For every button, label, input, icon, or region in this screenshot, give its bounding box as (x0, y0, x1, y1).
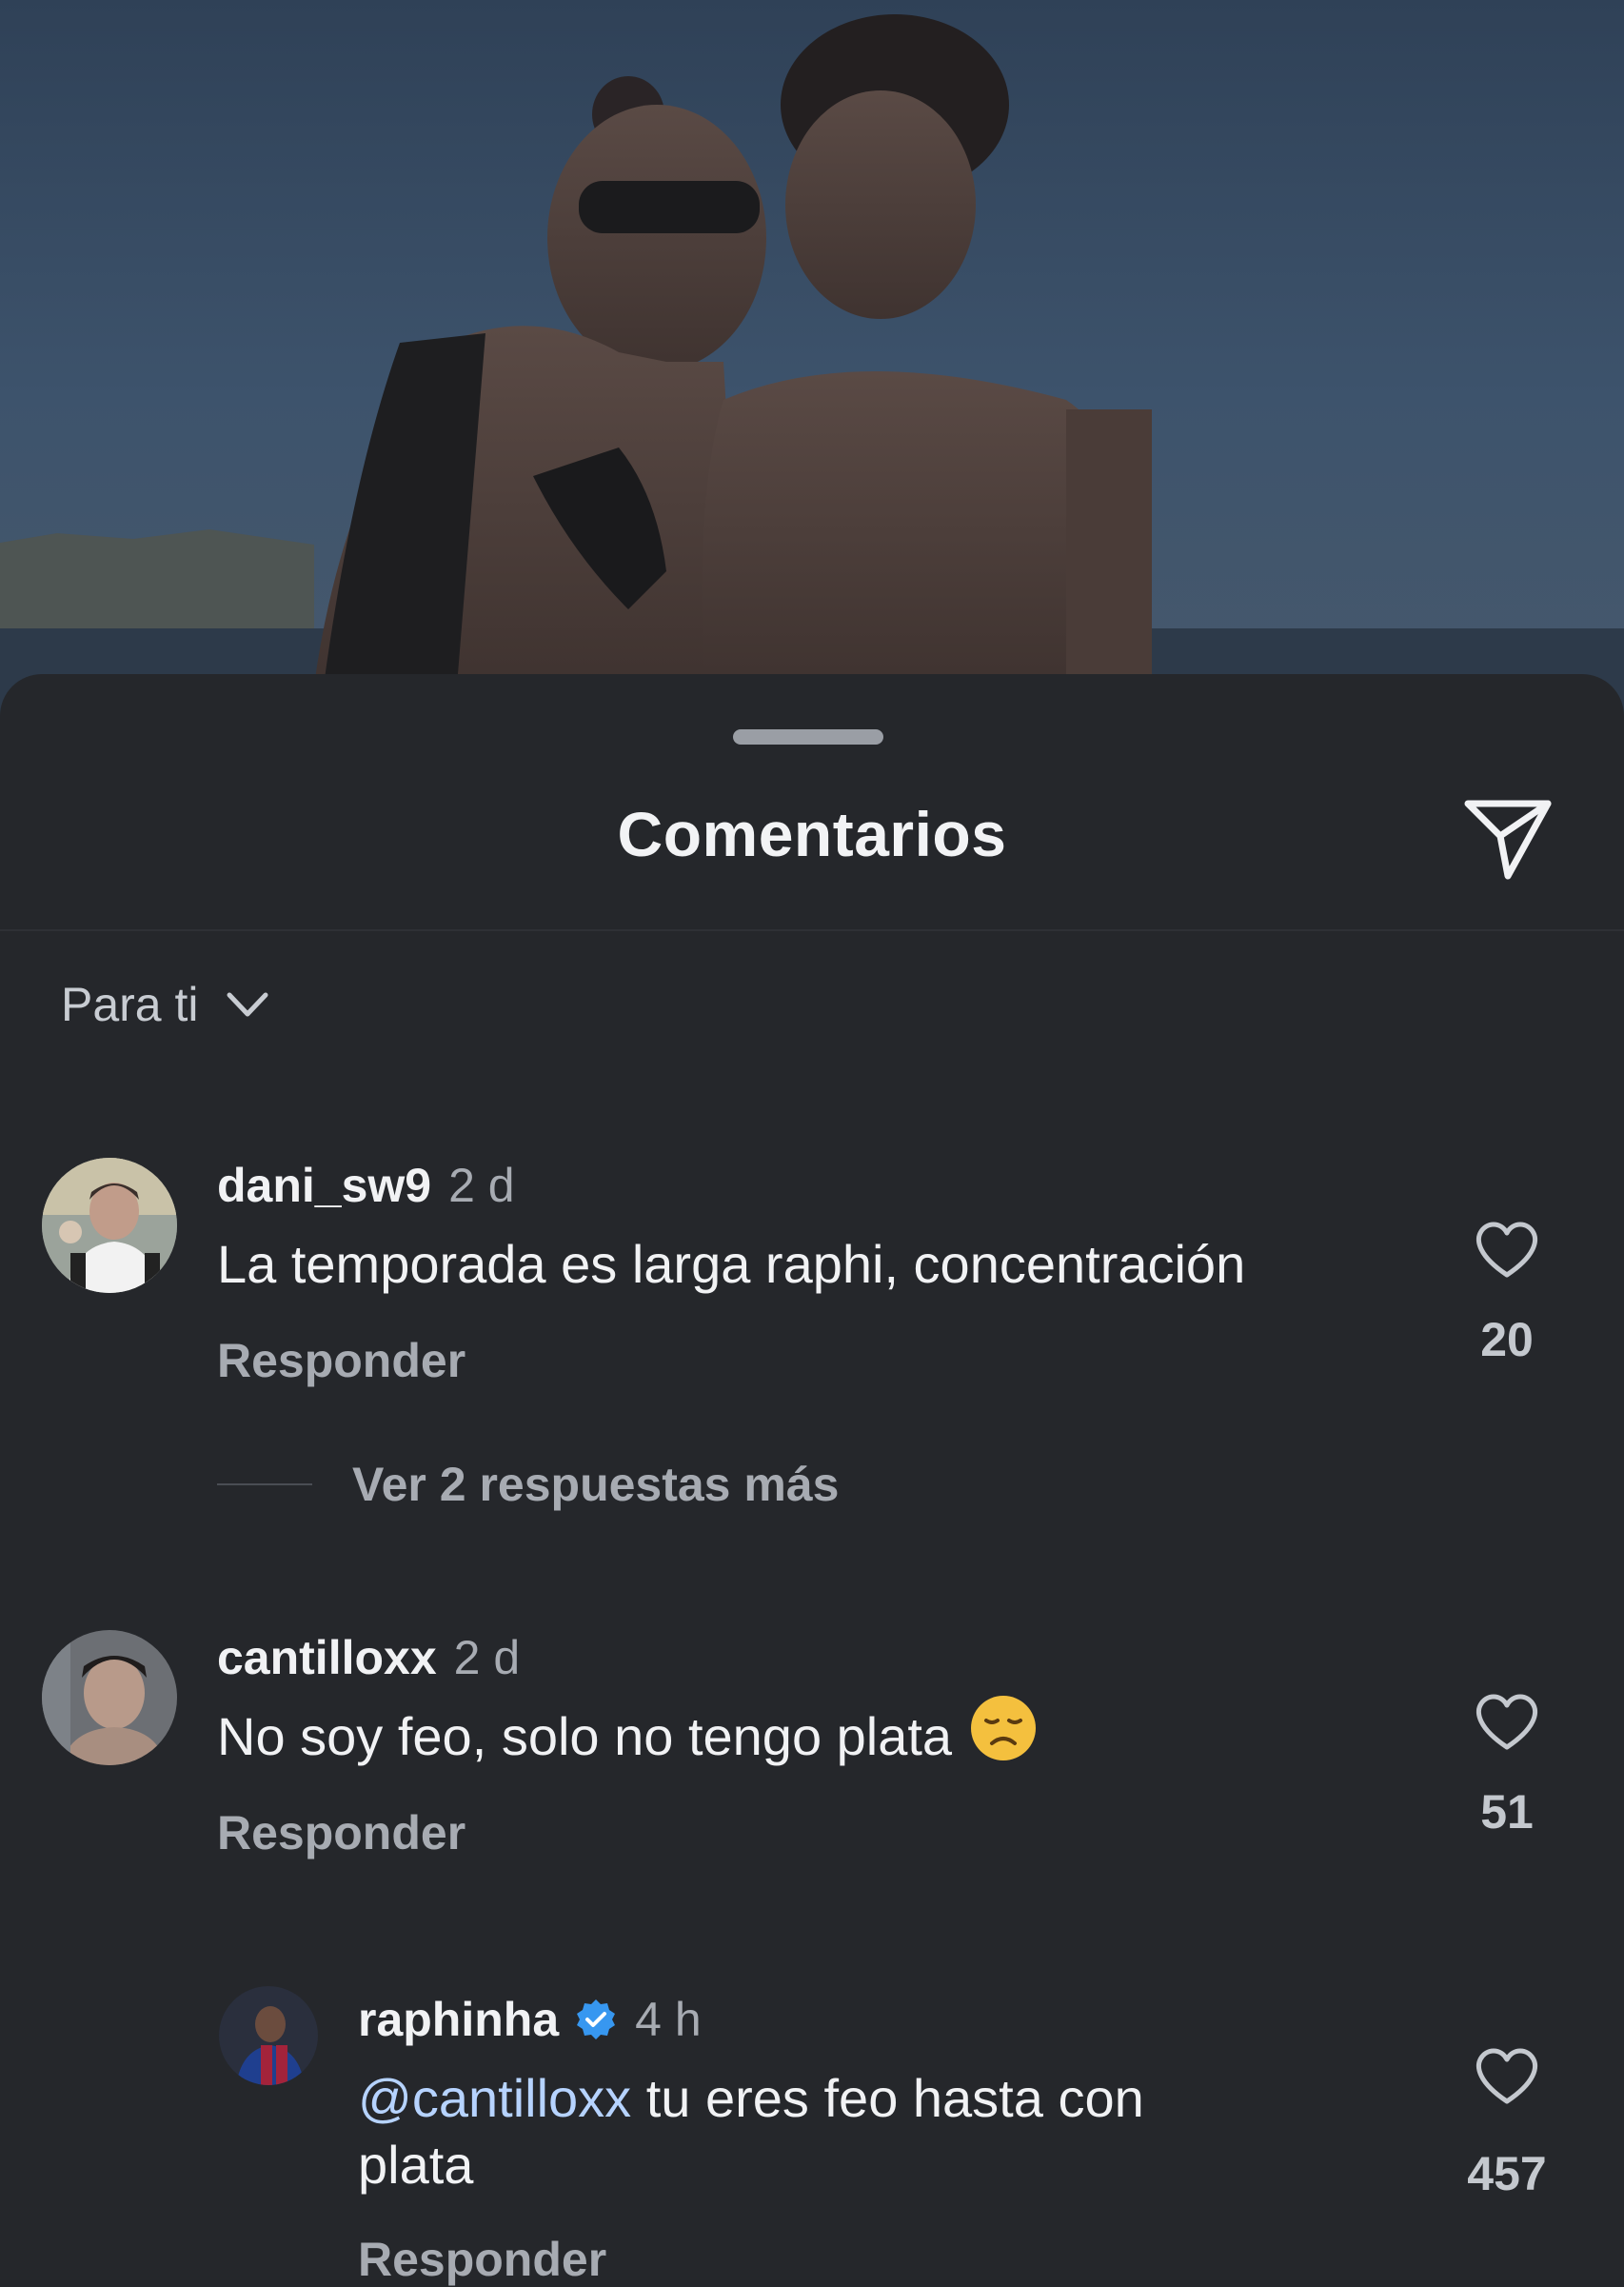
avatar[interactable] (42, 1630, 177, 1765)
reply-button[interactable]: Responder (217, 1333, 465, 1388)
paper-plane-icon (1464, 800, 1552, 880)
reply-username[interactable]: raphinha (358, 1992, 559, 2047)
avatar-image (219, 1986, 318, 2085)
mention-link[interactable]: @cantilloxx (358, 2068, 631, 2128)
verified-badge-icon (577, 1999, 616, 2039)
avatar-image (42, 1630, 177, 1765)
reply-time: 4 h (635, 1993, 702, 2046)
reply-button[interactable]: Responder (217, 1805, 465, 1860)
like-count: 51 (1480, 1785, 1534, 1839)
comments-sheet: Comentarios Para ti dani_sw9 2 d La temp… (0, 674, 1624, 2286)
comment-text-row: No soy feo, solo no tengo plata (217, 1695, 1038, 1779)
comment-username[interactable]: cantilloxx (217, 1630, 437, 1685)
chevron-down-icon (227, 992, 268, 1017)
heart-icon (1475, 1222, 1538, 1278)
like-button[interactable] (1455, 2034, 1559, 2119)
view-replies-label: Ver 2 respuestas más (352, 1458, 840, 1511)
reply-button[interactable]: Responder (358, 2232, 606, 2287)
comment-time: 2 d (453, 1631, 521, 1684)
comment-username[interactable]: dani_sw9 (217, 1158, 431, 1213)
like-count: 457 (1467, 2147, 1547, 2200)
comment-text: No soy feo, solo no tengo plata (217, 1706, 953, 1766)
avatar-image (42, 1158, 177, 1293)
like-button[interactable] (1455, 1680, 1559, 1765)
like-count: 20 (1480, 1313, 1534, 1366)
reply-text: tu eres feo hasta con (631, 2068, 1144, 2128)
post-photo-background (0, 0, 1624, 724)
header-divider (0, 929, 1624, 931)
reply-text-line-1: @cantilloxx tu eres feo hasta con (358, 2064, 1144, 2133)
sheet-grabber[interactable] (733, 729, 883, 745)
disappointed-face-emoji (969, 1694, 1038, 1779)
verified-badge (574, 1998, 618, 2041)
sort-selector[interactable]: Para ti (61, 977, 269, 1032)
avatar[interactable] (42, 1158, 177, 1293)
view-more-replies-button[interactable]: Ver 2 respuestas más (217, 1457, 839, 1512)
sort-label: Para ti (61, 978, 199, 1031)
disappointed-face-icon (971, 1695, 1037, 1760)
post-photo (0, 0, 1624, 724)
comment-text: La temporada es larga raphi, concentraci… (217, 1234, 1246, 1294)
replies-divider-line (217, 1483, 312, 1485)
like-button[interactable] (1455, 1207, 1559, 1293)
sheet-title: Comentarios (617, 799, 1007, 869)
heart-icon (1475, 2048, 1538, 2104)
heart-icon (1475, 1694, 1538, 1750)
comment-time: 2 d (448, 1159, 515, 1212)
reply-text-line-2: plata (358, 2135, 474, 2195)
avatar[interactable] (219, 1986, 318, 2085)
share-button[interactable] (1458, 788, 1557, 887)
